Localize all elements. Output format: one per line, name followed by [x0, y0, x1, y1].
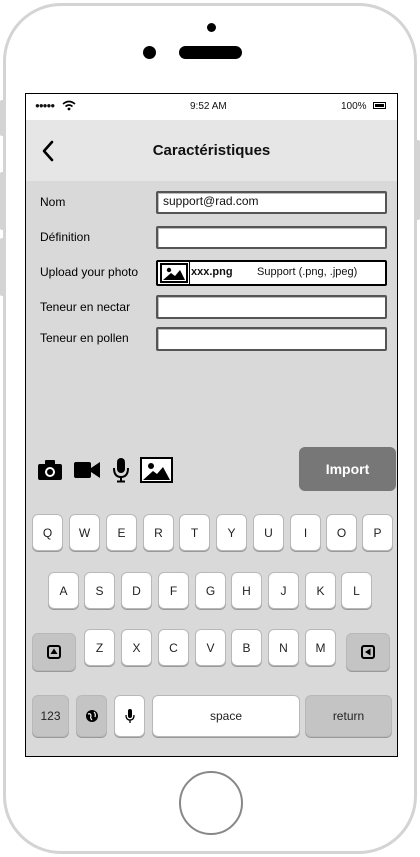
status-bar: ●●●●● 9:52 AM 100%: [26, 94, 397, 120]
key-r[interactable]: R: [143, 514, 174, 551]
sensor-dot: [207, 23, 216, 32]
battery-icon: [373, 102, 386, 109]
key-k[interactable]: K: [305, 572, 336, 609]
nom-label: Nom: [40, 195, 66, 209]
return-key[interactable]: return: [305, 695, 392, 737]
definition-field[interactable]: [156, 226, 387, 249]
definition-label: Définition: [40, 230, 91, 244]
photo-image-icon: [160, 263, 188, 283]
microphone-key-icon: [124, 709, 135, 723]
key-g[interactable]: G: [195, 572, 226, 609]
nom-field[interactable]: support@rad.com: [156, 191, 387, 214]
photo-support-text: Support (.png, .jpeg): [257, 266, 358, 278]
side-button-volume-up: [0, 172, 4, 230]
key-l[interactable]: L: [341, 572, 372, 609]
key-h[interactable]: H: [231, 572, 262, 609]
shift-key[interactable]: [32, 633, 76, 671]
key-y[interactable]: Y: [216, 514, 247, 551]
photo-label: Upload your photo: [40, 265, 139, 279]
video-icon[interactable]: [73, 461, 101, 479]
nectar-field[interactable]: [156, 295, 387, 319]
side-button-power: [416, 140, 420, 220]
side-button-volume-down: [0, 238, 4, 296]
key-j[interactable]: J: [268, 572, 299, 609]
pollen-field[interactable]: [156, 327, 387, 351]
backspace-icon: [361, 645, 375, 659]
key-i[interactable]: I: [290, 514, 321, 551]
home-button[interactable]: [179, 771, 243, 835]
backspace-key[interactable]: [346, 633, 390, 671]
key-w[interactable]: W: [69, 514, 100, 551]
key-e[interactable]: E: [106, 514, 137, 551]
shift-icon: [47, 645, 61, 659]
battery-percent: 100%: [341, 101, 367, 112]
signal-icon: ●●●●●: [35, 101, 55, 110]
key-m[interactable]: M: [305, 629, 336, 666]
key-x[interactable]: X: [121, 629, 152, 666]
globe-icon: [85, 710, 98, 722]
key-c[interactable]: C: [158, 629, 189, 666]
photo-divider: [189, 262, 190, 284]
photo-upload-field[interactable]: xxx.png Support (.png, .jpeg): [156, 260, 387, 286]
microphone-icon[interactable]: [112, 457, 130, 483]
key-q[interactable]: Q: [32, 514, 63, 551]
navigation-bar: Caractéristiques: [26, 120, 397, 181]
key-n[interactable]: N: [268, 629, 299, 666]
key-d[interactable]: D: [121, 572, 152, 609]
key-u[interactable]: U: [253, 514, 284, 551]
key-s[interactable]: S: [84, 572, 115, 609]
wifi-icon: [62, 100, 76, 111]
nectar-label: Teneur en nectar: [40, 300, 131, 314]
dictation-key[interactable]: [114, 695, 145, 737]
key-o[interactable]: O: [326, 514, 357, 551]
key-f[interactable]: F: [158, 572, 189, 609]
photo-filename: xxx.png: [191, 266, 233, 278]
key-v[interactable]: V: [195, 629, 226, 666]
numbers-key[interactable]: 123: [32, 695, 69, 737]
space-key[interactable]: space: [152, 695, 300, 737]
pollen-label: Teneur en pollen: [40, 331, 129, 345]
key-a[interactable]: A: [48, 572, 79, 609]
key-z[interactable]: Z: [84, 629, 115, 666]
import-button[interactable]: Import: [299, 447, 396, 491]
speaker-grille: [179, 46, 242, 59]
image-icon[interactable]: [140, 457, 173, 483]
globe-key[interactable]: [76, 695, 107, 737]
key-b[interactable]: B: [231, 629, 262, 666]
front-camera: [143, 46, 156, 59]
page-title: Caractéristiques: [152, 142, 271, 159]
form-area: Nom support@rad.com Définition Upload yo…: [26, 181, 397, 499]
key-p[interactable]: P: [362, 514, 393, 551]
keyboard: Q W E R T Y U I O P A S D F G H J K L Z …: [26, 499, 397, 756]
key-t[interactable]: T: [179, 514, 210, 551]
side-button-mute: [0, 100, 4, 136]
camera-icon[interactable]: [37, 459, 63, 481]
screen: ●●●●● 9:52 AM 100% Caractéristiques Nom …: [25, 93, 398, 757]
status-time: 9:52 AM: [190, 101, 227, 112]
